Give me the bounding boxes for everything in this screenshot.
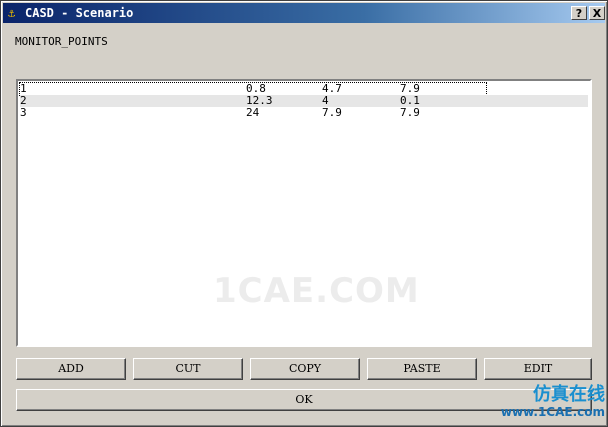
copy-button[interactable]: COPY <box>250 358 360 380</box>
app-icon: ⚓ <box>8 6 16 20</box>
section-label: MONITOR_POINTS <box>15 35 108 48</box>
edit-button[interactable]: EDIT <box>484 358 592 380</box>
point-y: 7.9 <box>322 106 342 119</box>
window-title: CASD - Scenario <box>25 6 134 20</box>
help-button[interactable]: ? <box>571 6 587 20</box>
close-button[interactable]: X <box>589 6 605 20</box>
list-item[interactable]: 2 12.3 4 0.1 <box>20 95 588 107</box>
add-button[interactable]: ADD <box>16 358 126 380</box>
monitor-points-list[interactable]: 1CAE.COM 1 0.8 4.7 7.9 2 12.3 4 0.1 3 24… <box>16 79 592 347</box>
paste-button[interactable]: PASTE <box>367 358 477 380</box>
point-x: 24 <box>246 106 260 119</box>
cut-button[interactable]: CUT <box>133 358 243 380</box>
scenario-dialog: ⚓ CASD - Scenario ? X MONITOR_POINTS 1CA… <box>0 0 608 427</box>
title-bar[interactable]: ⚓ CASD - Scenario ? X <box>3 3 605 23</box>
point-z: 7.9 <box>400 106 420 119</box>
brand-name: 仿真在线 <box>533 384 605 405</box>
point-id: 3 <box>20 106 27 119</box>
watermark: 1CAE.COM <box>213 271 420 311</box>
brand-url: www.1CAE.com <box>500 405 605 419</box>
brand-watermark: 仿真在线 www.1CAE.com <box>493 385 605 423</box>
